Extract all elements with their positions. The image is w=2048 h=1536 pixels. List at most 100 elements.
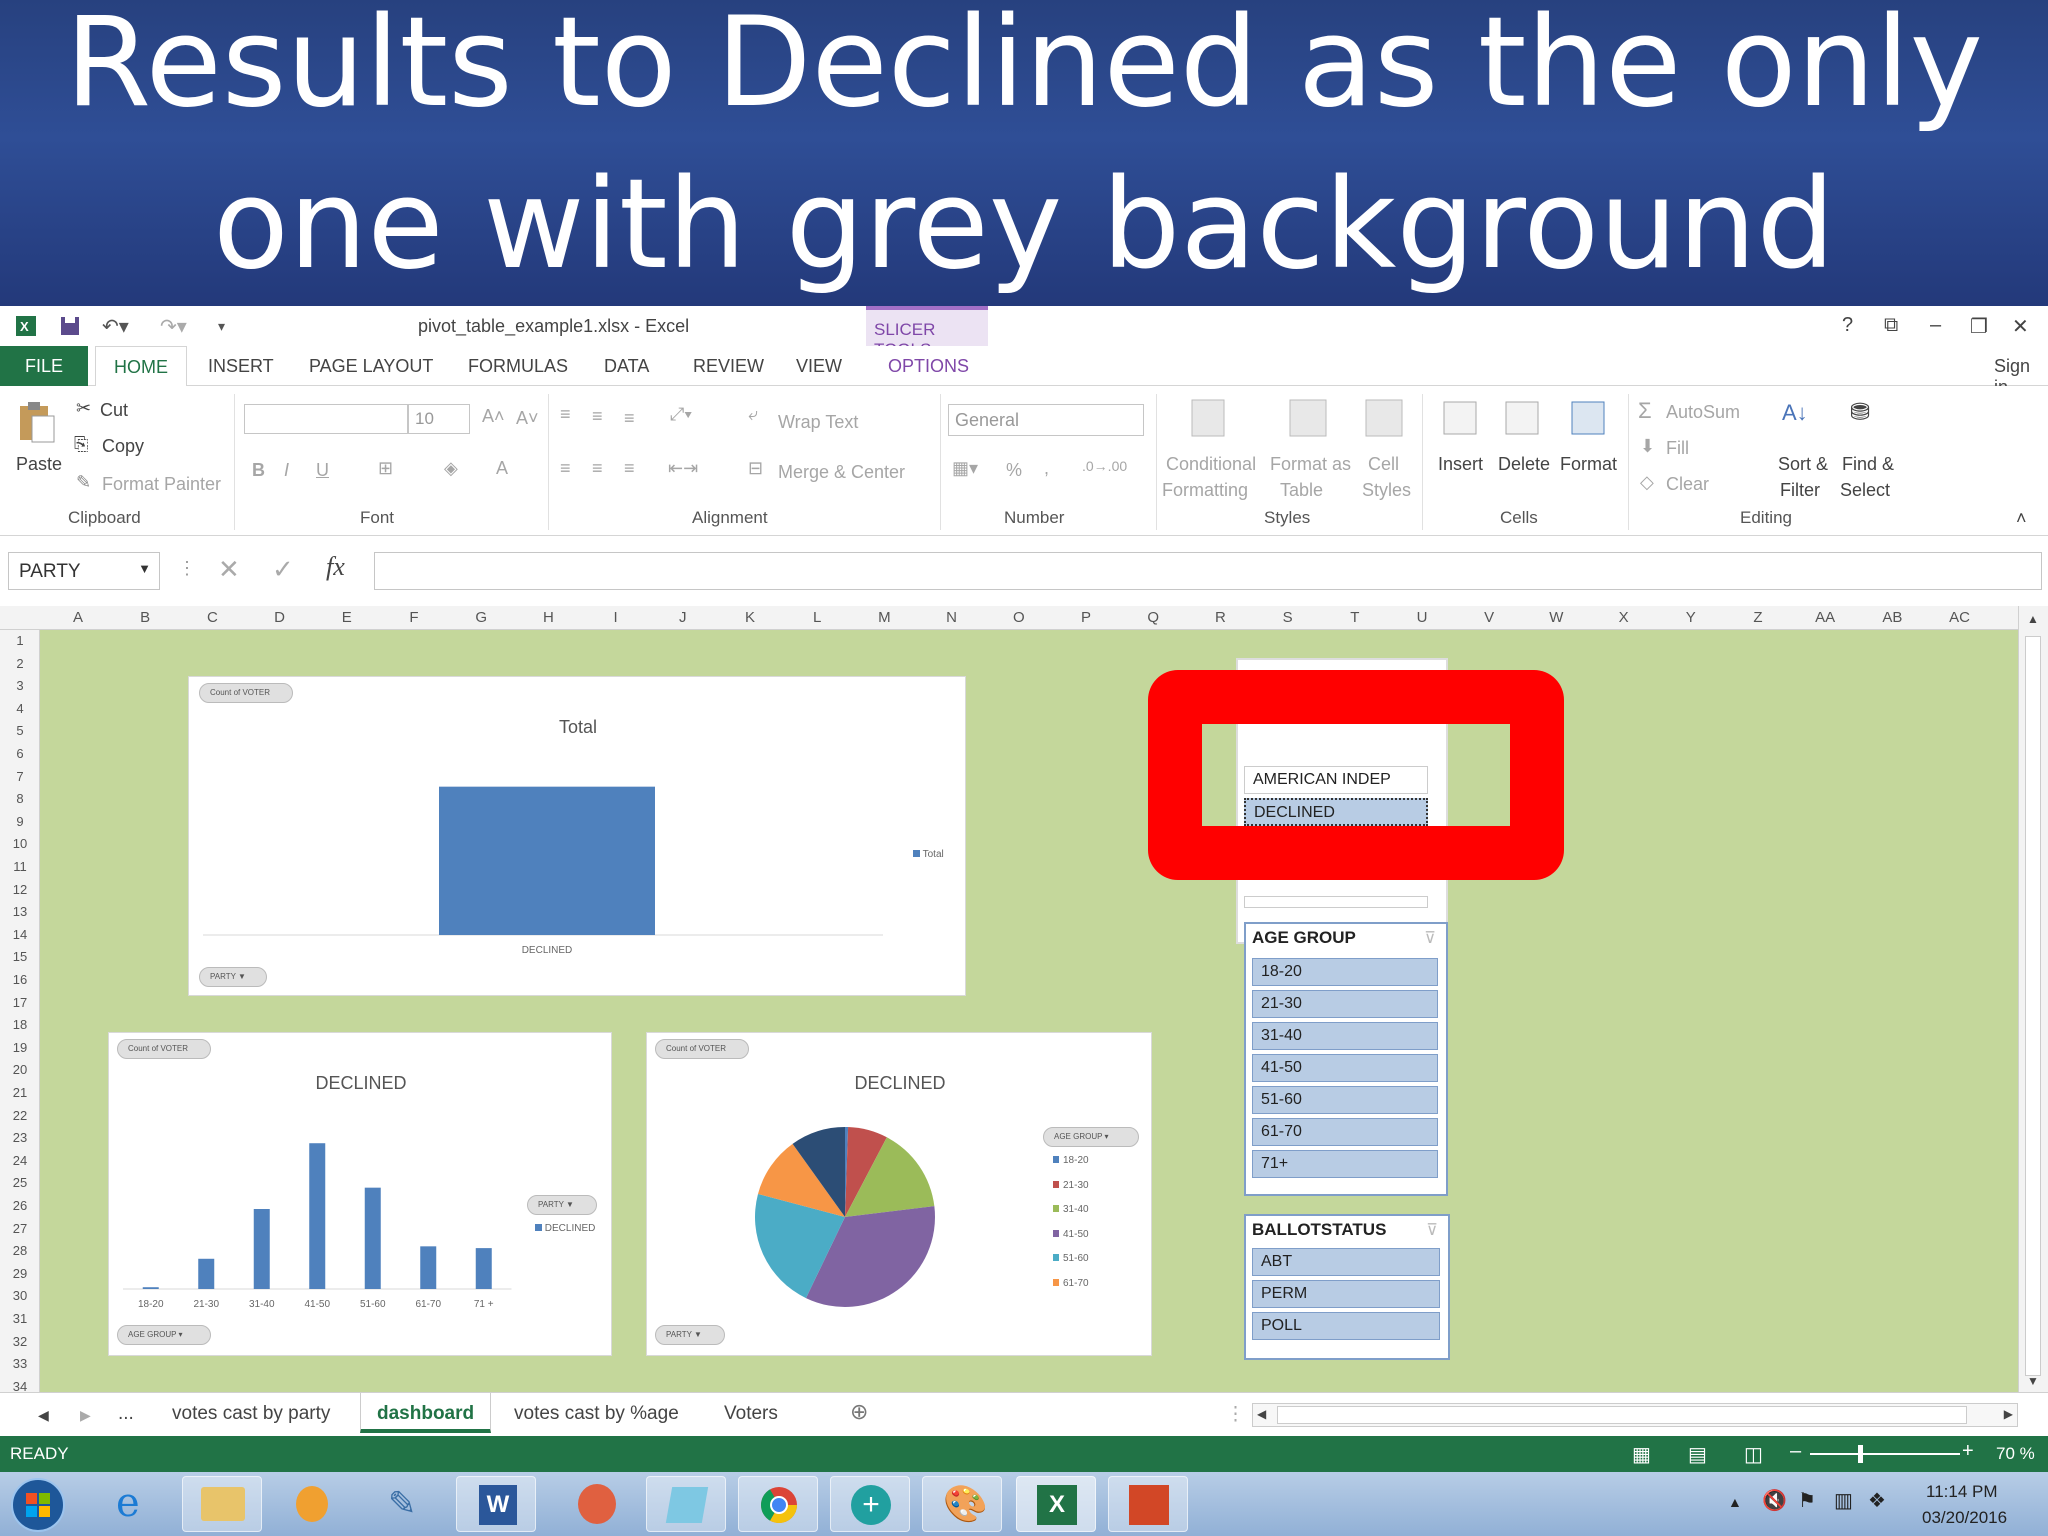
bar-declined[interactable] bbox=[439, 786, 655, 935]
medical-app-icon[interactable]: + bbox=[830, 1476, 910, 1532]
row-header-6[interactable]: 6 bbox=[0, 746, 40, 761]
cancel-formula-icon[interactable]: ✕ bbox=[218, 554, 240, 585]
row-header-16[interactable]: 16 bbox=[0, 972, 40, 987]
action-center-icon[interactable]: ⚑ bbox=[1798, 1488, 1816, 1513]
dropbox-icon[interactable]: ❖ bbox=[1868, 1488, 1886, 1513]
column-header-aa[interactable]: AA bbox=[1795, 609, 1855, 626]
bar-21-30[interactable] bbox=[198, 1258, 215, 1289]
slicer-item-age-61-70[interactable]: 61-70 bbox=[1252, 1118, 1438, 1146]
page-break-view-icon[interactable]: ◫ bbox=[1744, 1442, 1763, 1467]
ballot-status-slicer[interactable]: BALLOTSTATUS ⊽ ABT PERM POLL bbox=[1244, 1214, 1450, 1360]
font-name-dropdown[interactable] bbox=[244, 404, 408, 434]
row-header-1[interactable]: 1 bbox=[0, 633, 40, 648]
format-painter-button[interactable]: Format Painter bbox=[102, 474, 221, 495]
find-select-icon[interactable]: ⛃ bbox=[1850, 398, 1870, 427]
zoom-level[interactable]: 70 % bbox=[1996, 1444, 2035, 1464]
chrome-icon[interactable] bbox=[738, 1476, 818, 1532]
speaker-muted-icon[interactable]: 🔇 bbox=[1762, 1488, 1787, 1513]
align-middle-icon[interactable]: ≡ bbox=[592, 406, 603, 427]
splitter-icon[interactable]: ⋮ bbox=[1226, 1403, 1245, 1426]
insert-function-icon[interactable]: fx bbox=[326, 552, 345, 582]
column-header-ab[interactable]: AB bbox=[1862, 609, 1922, 626]
column-header-d[interactable]: D bbox=[250, 609, 310, 626]
increase-decimal-icon[interactable]: .0→.00 bbox=[1082, 458, 1127, 474]
row-header-4[interactable]: 4 bbox=[0, 701, 40, 716]
slicer-item-ballot-abt[interactable]: ABT bbox=[1252, 1248, 1440, 1276]
bar-61-70[interactable] bbox=[420, 1246, 437, 1289]
font-color-icon[interactable]: A bbox=[496, 458, 508, 479]
row-header-19[interactable]: 19 bbox=[0, 1040, 40, 1055]
help-button[interactable]: ? bbox=[1842, 314, 1853, 337]
row-header-11[interactable]: 11 bbox=[0, 859, 40, 874]
bar-51-60[interactable] bbox=[364, 1187, 381, 1289]
clear-filter-icon[interactable]: ⊽ bbox=[1426, 1220, 1438, 1240]
party-filter-pill[interactable]: PARTY ▼ bbox=[199, 967, 267, 987]
scroll-up-icon[interactable]: ▲ bbox=[2027, 612, 2039, 626]
column-header-a[interactable]: A bbox=[48, 609, 108, 626]
format-cells-icon[interactable] bbox=[1568, 396, 1608, 438]
grow-font-icon[interactable]: A˄ bbox=[482, 406, 505, 427]
align-top-icon[interactable]: ≡ bbox=[560, 404, 571, 425]
indent-icon[interactable]: ⇤⇥ bbox=[668, 458, 698, 479]
cut-icon[interactable]: ✂ bbox=[76, 398, 91, 419]
cut-button[interactable]: Cut bbox=[100, 400, 128, 421]
party-filter-pill[interactable]: PARTY ▼ bbox=[655, 1325, 725, 1345]
currency-icon[interactable]: ▦▾ bbox=[952, 458, 978, 479]
font-size-dropdown[interactable]: 10 bbox=[408, 404, 470, 434]
column-header-u[interactable]: U bbox=[1392, 609, 1452, 626]
column-header-q[interactable]: Q bbox=[1123, 609, 1183, 626]
fill-color-icon[interactable]: ◈ bbox=[444, 458, 458, 479]
ribbon-display-icon[interactable]: ⧉ bbox=[1884, 314, 1898, 337]
wrap-text-button[interactable]: Wrap Text bbox=[778, 412, 858, 433]
paste-button[interactable]: Paste bbox=[16, 454, 62, 475]
row-header-2[interactable]: 2 bbox=[0, 656, 40, 671]
row-header-31[interactable]: 31 bbox=[0, 1311, 40, 1326]
row-header-29[interactable]: 29 bbox=[0, 1266, 40, 1281]
slicer-item-age-51-60[interactable]: 51-60 bbox=[1252, 1086, 1438, 1114]
age-group-slicer[interactable]: AGE GROUP ⊽ 18-20 21-30 31-40 41-50 51-60 61-… bbox=[1244, 922, 1448, 1196]
format-as-table-button[interactable]: Format as bbox=[1270, 454, 1351, 475]
align-right-icon[interactable]: ≡ bbox=[624, 458, 635, 479]
row-header-17[interactable]: 17 bbox=[0, 995, 40, 1010]
normal-view-icon[interactable]: ▦ bbox=[1632, 1442, 1651, 1467]
media-player-icon[interactable] bbox=[272, 1476, 352, 1532]
conditional-formatting-icon[interactable] bbox=[1190, 398, 1226, 438]
conditional-formatting-label2[interactable]: Formatting bbox=[1162, 480, 1248, 501]
shrink-font-icon[interactable]: A˅ bbox=[516, 408, 539, 429]
sort-filter-label2[interactable]: Filter bbox=[1780, 480, 1820, 501]
sort-filter-button[interactable]: Sort & bbox=[1778, 454, 1828, 475]
zoom-out-icon[interactable]: – bbox=[1790, 1440, 1801, 1463]
borders-icon[interactable]: ⊞ bbox=[378, 458, 393, 479]
column-header-s[interactable]: S bbox=[1258, 609, 1318, 626]
row-header-10[interactable]: 10 bbox=[0, 836, 40, 851]
row-header-26[interactable]: 26 bbox=[0, 1198, 40, 1213]
sheet-tab-votes-cast-by-party[interactable]: votes cast by party bbox=[172, 1403, 330, 1425]
sheet-tab-dashboard[interactable]: dashboard bbox=[360, 1393, 492, 1433]
row-header-33[interactable]: 33 bbox=[0, 1356, 40, 1371]
file-explorer-icon[interactable] bbox=[182, 1476, 262, 1532]
row-header-25[interactable]: 25 bbox=[0, 1175, 40, 1190]
row-header-32[interactable]: 32 bbox=[0, 1334, 40, 1349]
row-header-5[interactable]: 5 bbox=[0, 723, 40, 738]
row-header-28[interactable]: 28 bbox=[0, 1243, 40, 1258]
tab-data[interactable]: DATA bbox=[604, 356, 649, 377]
find-select-label2[interactable]: Select bbox=[1840, 480, 1890, 501]
row-header-18[interactable]: 18 bbox=[0, 1017, 40, 1032]
slicer-item-age-31-40[interactable]: 31-40 bbox=[1252, 1022, 1438, 1050]
clock-time[interactable]: 11:14 PM bbox=[1926, 1482, 1998, 1502]
delete-cells-button[interactable]: Delete bbox=[1498, 454, 1550, 475]
cell-styles-icon[interactable] bbox=[1364, 398, 1404, 438]
powerpoint-icon[interactable] bbox=[1108, 1476, 1188, 1532]
merge-icon[interactable]: ⊟ bbox=[748, 458, 763, 479]
page-layout-view-icon[interactable]: ▤ bbox=[1688, 1442, 1707, 1467]
zoom-slider-thumb[interactable] bbox=[1858, 1445, 1863, 1463]
column-header-h[interactable]: H bbox=[518, 609, 578, 626]
formula-input[interactable] bbox=[374, 552, 2042, 590]
scroll-thumb[interactable] bbox=[2025, 636, 2041, 1376]
row-header-24[interactable]: 24 bbox=[0, 1153, 40, 1168]
row-header-27[interactable]: 27 bbox=[0, 1221, 40, 1236]
clear-button[interactable]: Clear bbox=[1666, 474, 1709, 495]
row-header-23[interactable]: 23 bbox=[0, 1130, 40, 1145]
wrap-text-icon[interactable]: ⤶ bbox=[748, 404, 758, 425]
column-header-m[interactable]: M bbox=[854, 609, 914, 626]
